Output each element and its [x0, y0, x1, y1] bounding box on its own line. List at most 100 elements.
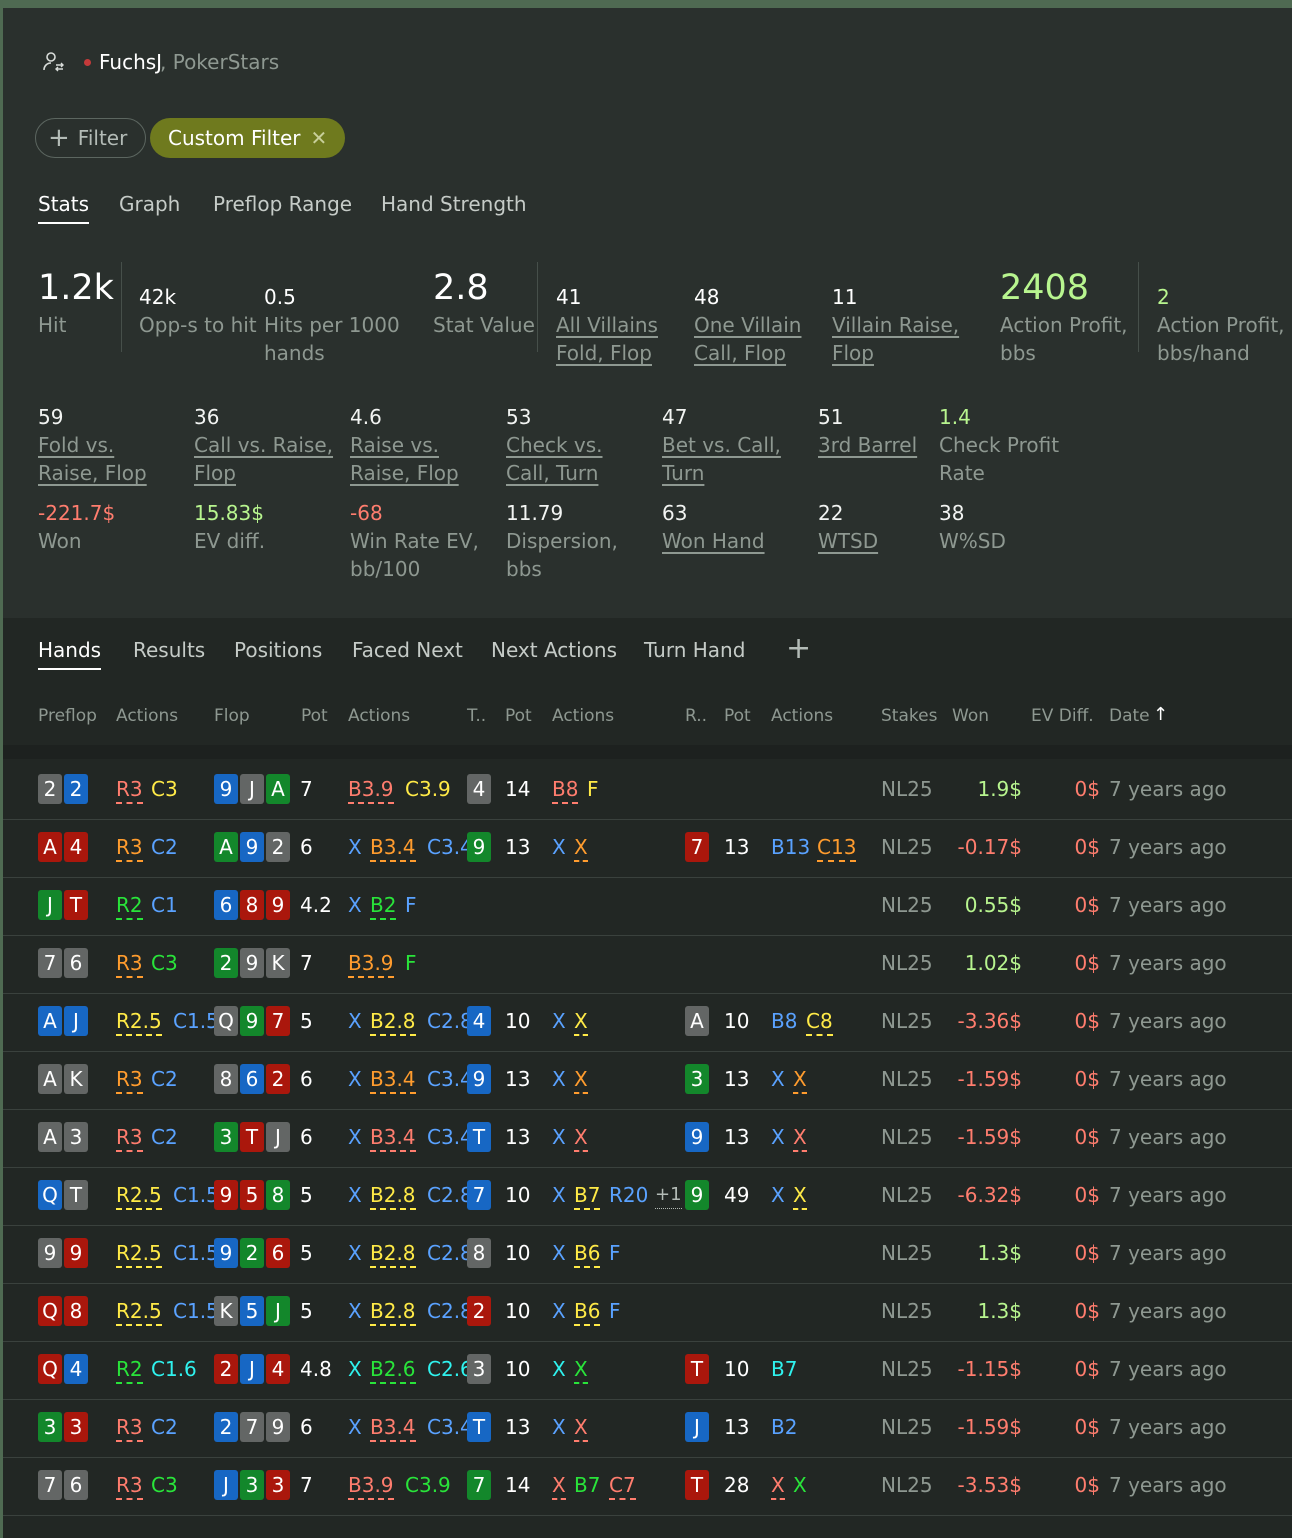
action-tag[interactable]: C7: [609, 1472, 636, 1500]
action-tag[interactable]: C2.8: [427, 1008, 473, 1034]
action-tag[interactable]: C8: [806, 1008, 833, 1036]
action-tag[interactable]: X: [348, 1182, 362, 1208]
col-date[interactable]: Date: [1109, 706, 1150, 726]
action-tag[interactable]: C1.5: [173, 1298, 219, 1324]
action-tag[interactable]: F: [405, 950, 417, 976]
stat-link[interactable]: Won Hand: [662, 529, 765, 553]
action-tag[interactable]: R2.5: [116, 1008, 162, 1036]
action-tag[interactable]: X: [552, 1472, 566, 1500]
action-tag[interactable]: X: [348, 1298, 362, 1324]
tab-hand-strength[interactable]: Hand Strength: [381, 192, 527, 216]
action-tag[interactable]: B6: [574, 1298, 601, 1326]
action-tag[interactable]: B2.8: [370, 1298, 416, 1326]
table-row[interactable]: J T R2 C1 6 8 9 4.2 X B2 F NL25 0.55$ 0$ 7 years ago: [3, 878, 1292, 936]
tab-stats[interactable]: Stats: [38, 192, 90, 224]
action-tag[interactable]: C2.8: [427, 1298, 473, 1324]
villain-raise-link[interactable]: Villain Raise,: [832, 313, 959, 337]
action-tag[interactable]: C2: [151, 1414, 178, 1440]
action-tag[interactable]: B2.6: [370, 1356, 416, 1384]
stat-link[interactable]: Raise, Flop: [350, 461, 459, 485]
action-tag[interactable]: X: [552, 1066, 566, 1092]
action-tag[interactable]: X: [552, 1298, 566, 1324]
action-tag[interactable]: X: [793, 1124, 807, 1152]
stat-link[interactable]: Call, Turn: [506, 461, 598, 485]
table-row[interactable]: Q 4 R2 C1.6 2 J 4 4.8 X B2.6 C2.6 3 10 X X T 10 B7 NL25 -1.…: [3, 1342, 1292, 1400]
col-turn-actions[interactable]: Actions: [552, 706, 614, 726]
tab-preflop-range[interactable]: Preflop Range: [213, 192, 352, 216]
stat-link[interactable]: WTSD: [818, 529, 878, 553]
action-tag[interactable]: B3.4: [370, 1066, 416, 1094]
action-tag[interactable]: X: [552, 1240, 566, 1266]
action-tag[interactable]: C3: [151, 776, 178, 802]
action-tag[interactable]: C2: [151, 1066, 178, 1092]
all-villains-link[interactable]: All Villains: [556, 313, 658, 337]
action-tag[interactable]: X: [552, 1124, 566, 1150]
col-turn-pot[interactable]: Pot: [505, 706, 532, 726]
action-tag[interactable]: R3: [116, 1066, 143, 1094]
col-stakes[interactable]: Stakes: [881, 706, 937, 726]
table-row[interactable]: 2 2 R3 C3 9 J A 7 B3.9 C3.9 4 14 B8 F NL25 1.9$ 0$ 7 year…: [3, 762, 1292, 820]
action-tag[interactable]: B8: [552, 776, 579, 804]
action-tag[interactable]: X: [348, 1066, 362, 1092]
col-ev-diff[interactable]: EV Diff.: [1031, 706, 1094, 726]
action-tag[interactable]: X: [348, 834, 362, 860]
action-tag[interactable]: X: [771, 1066, 785, 1092]
stat-link[interactable]: Check vs.: [506, 433, 603, 457]
action-tag[interactable]: C3.4: [427, 1414, 473, 1440]
action-tag[interactable]: C1.5: [173, 1008, 219, 1034]
action-tag[interactable]: R3: [116, 1414, 143, 1442]
action-tag[interactable]: C3.4: [427, 1124, 473, 1150]
table-row[interactable]: 7 6 R3 C3 J 3 3 7 B3.9 C3.9 7 14 X B7 C7 T 28 X X NL25 -3.53…: [3, 1458, 1292, 1516]
table-row[interactable]: A J R2.5 C1.5 Q 9 7 5 X B2.8 C2.8 4 10 X X A 10 B8 C8 NL25-…: [3, 994, 1292, 1052]
table-row[interactable]: 9 9 R2.5 C1.5 9 2 6 5 X B2.8 C2.8 8 10 X B6 F NL25 1.3$ 0$…: [3, 1226, 1292, 1284]
action-tag[interactable]: B7: [771, 1356, 797, 1382]
action-tag[interactable]: R3: [116, 1124, 143, 1152]
action-tag[interactable]: B3.4: [370, 1124, 416, 1152]
stat-link[interactable]: Raise vs.: [350, 433, 439, 457]
action-tag[interactable]: F: [609, 1298, 621, 1324]
player-switch-icon[interactable]: [42, 50, 66, 74]
action-tag[interactable]: B3.4: [370, 834, 416, 862]
action-tag[interactable]: C3: [151, 950, 178, 976]
player-name[interactable]: FuchsJ: [99, 50, 162, 74]
tab-hands[interactable]: Hands: [38, 638, 102, 670]
action-tag[interactable]: R2: [116, 892, 143, 920]
action-tag[interactable]: X: [348, 1008, 362, 1034]
table-row[interactable]: A 4 R3 C2 A 9 2 6 X B3.4 C3.4 9 13 X X 7 13 B13 C13 NL25 -0.…: [3, 820, 1292, 878]
tab-positions[interactable]: Positions: [234, 638, 322, 662]
close-icon[interactable]: ✕: [311, 126, 328, 150]
action-tag[interactable]: R3: [116, 776, 143, 804]
one-villain-link-2[interactable]: Call, Flop: [694, 341, 786, 365]
villain-raise-link-2[interactable]: Flop: [832, 341, 874, 365]
action-tag[interactable]: R3: [116, 834, 143, 862]
action-tag[interactable]: X: [771, 1182, 785, 1208]
col-river-actions[interactable]: Actions: [771, 706, 833, 726]
col-preflop-actions[interactable]: Actions: [116, 706, 178, 726]
stat-link[interactable]: Turn: [662, 461, 704, 485]
table-row[interactable]: 7 6 R3 C3 2 9 K 7 B3.9 F NL25 1.02$ 0$ 7 years ago: [3, 936, 1292, 994]
action-tag[interactable]: R3: [116, 1472, 143, 1500]
tab-graph[interactable]: Graph: [119, 192, 180, 216]
table-row[interactable]: Q 8 R2.5 C1.5 K 5 J 5 X B2.8 C2.8 2 10 X B6 F NL25 1.3$ 0$…: [3, 1284, 1292, 1342]
action-tag[interactable]: C3.9: [405, 776, 451, 802]
action-tag[interactable]: X: [574, 1124, 588, 1152]
action-tag[interactable]: C3: [151, 1472, 178, 1498]
action-tag[interactable]: X: [574, 1008, 588, 1036]
action-tag[interactable]: B2: [771, 1414, 797, 1440]
stat-link[interactable]: Call vs. Raise,: [194, 433, 333, 457]
action-tag[interactable]: X: [574, 1356, 588, 1384]
action-tag[interactable]: C2.8: [427, 1240, 473, 1266]
one-villain-link[interactable]: One Villain: [694, 313, 801, 337]
col-river[interactable]: R..: [685, 706, 707, 726]
action-tag[interactable]: R2.5: [116, 1298, 162, 1326]
add-filter-button[interactable]: + Filter: [35, 118, 147, 158]
table-row[interactable]: 3 3 R3 C2 2 7 9 6 X B3.4 C3.4 T 13 X X J 13 B2 NL25 -1.59$ 0…: [3, 1400, 1292, 1458]
action-tag[interactable]: R2.5: [116, 1182, 162, 1210]
action-tag[interactable]: X: [793, 1066, 807, 1094]
tab-turn-hand[interactable]: Turn Hand: [644, 638, 745, 662]
action-tag[interactable]: C3.9: [405, 1472, 451, 1498]
action-tag[interactable]: F: [609, 1240, 621, 1266]
action-tag[interactable]: B2.8: [370, 1008, 416, 1036]
action-tag[interactable]: X: [793, 1182, 807, 1210]
stat-link[interactable]: Flop: [194, 461, 236, 485]
